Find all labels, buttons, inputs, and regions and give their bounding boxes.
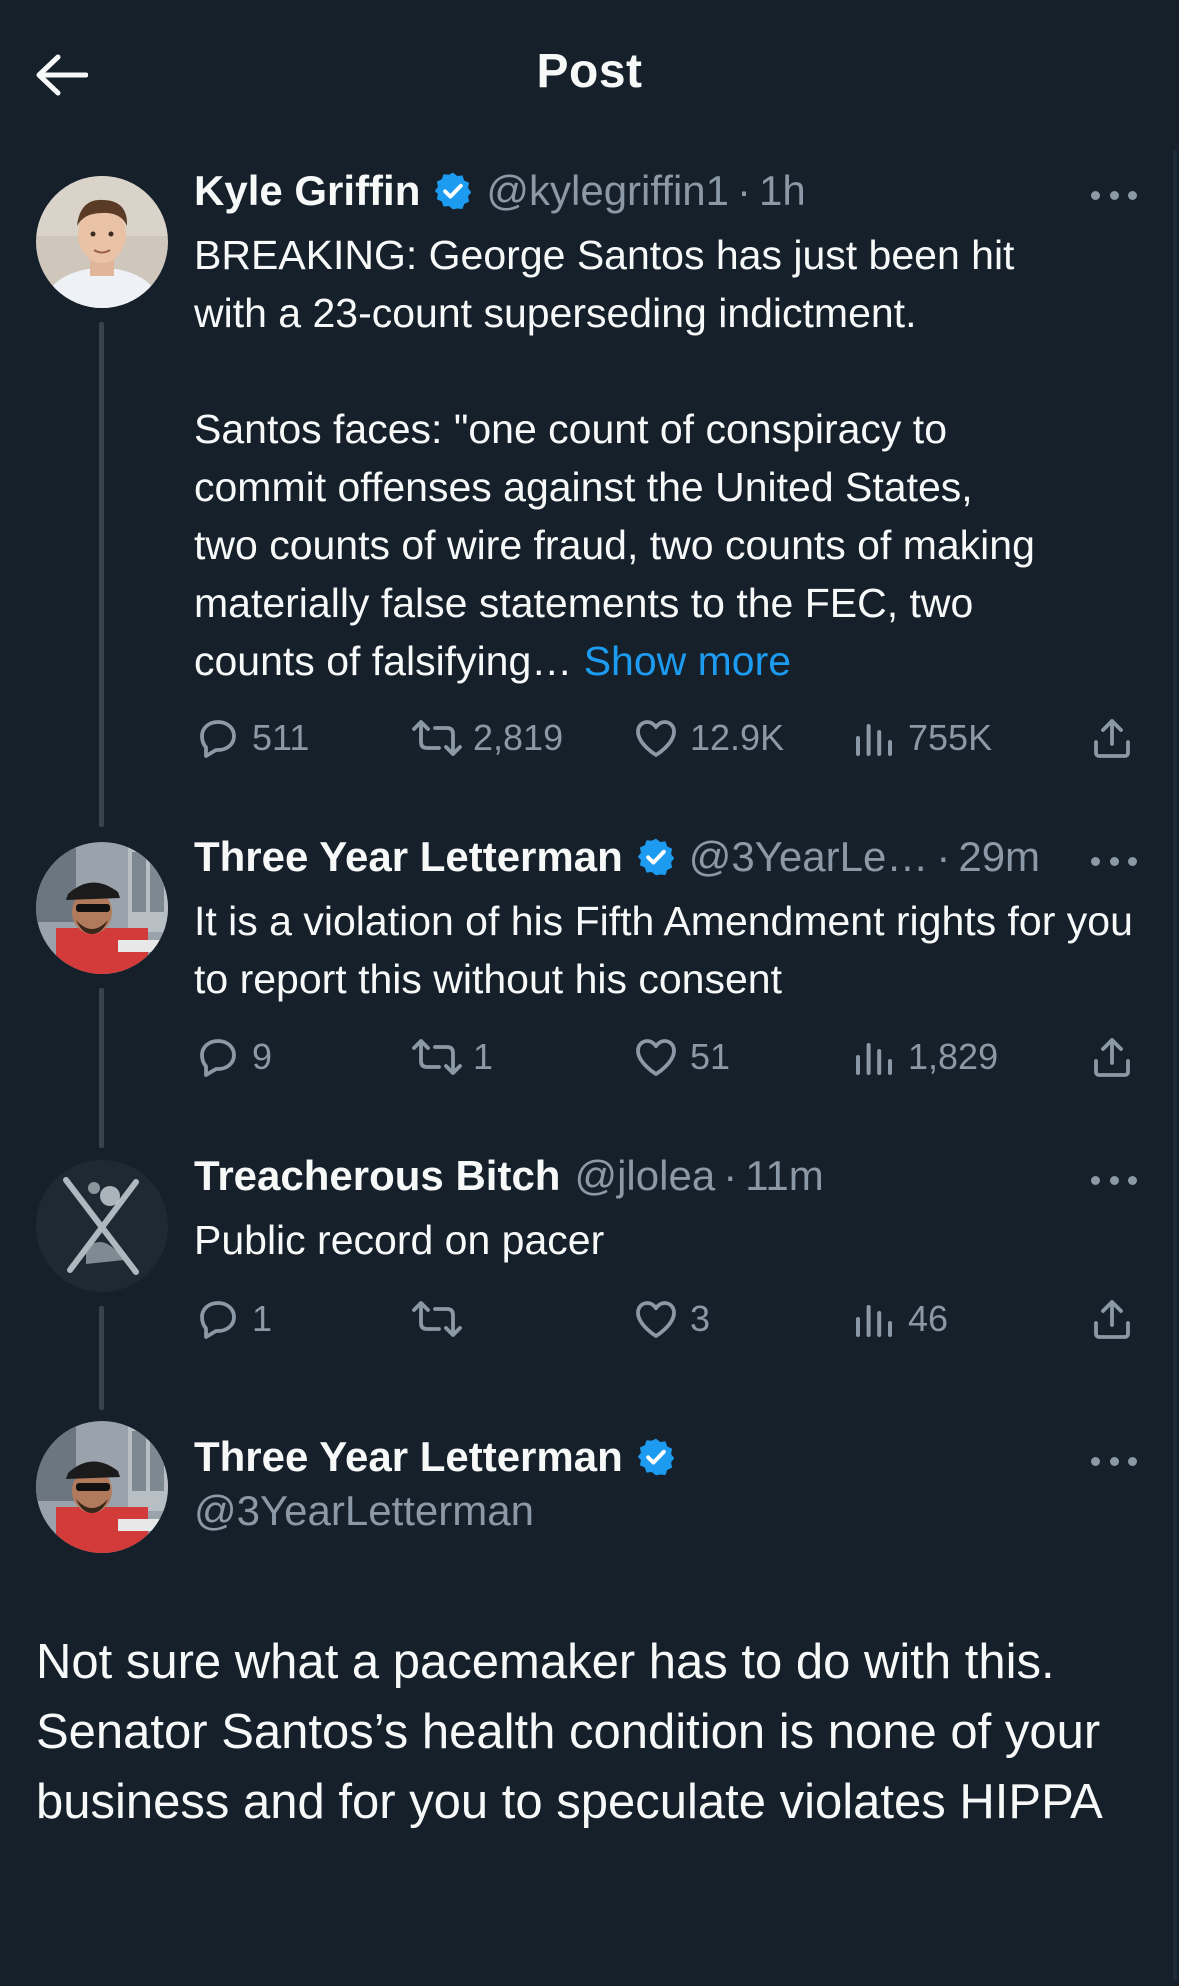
more-button[interactable]: [1091, 1451, 1137, 1471]
author-name[interactable]: Three Year Letterman: [194, 1433, 623, 1481]
tweet-subheader: @3YearLetterman: [194, 1487, 534, 1535]
avatar[interactable]: [36, 1421, 168, 1553]
post-text[interactable]: Not sure what a pacemaker has to do with…: [36, 1627, 1146, 1837]
main-post[interactable]: Three Year Letterman @3YearLetterman Not…: [0, 0, 1179, 1986]
more-icon: [1091, 1456, 1100, 1466]
tweet-header: Three Year Letterman: [194, 1433, 689, 1481]
verified-badge-icon: [637, 1438, 674, 1476]
author-handle[interactable]: @3YearLetterman: [194, 1487, 534, 1535]
